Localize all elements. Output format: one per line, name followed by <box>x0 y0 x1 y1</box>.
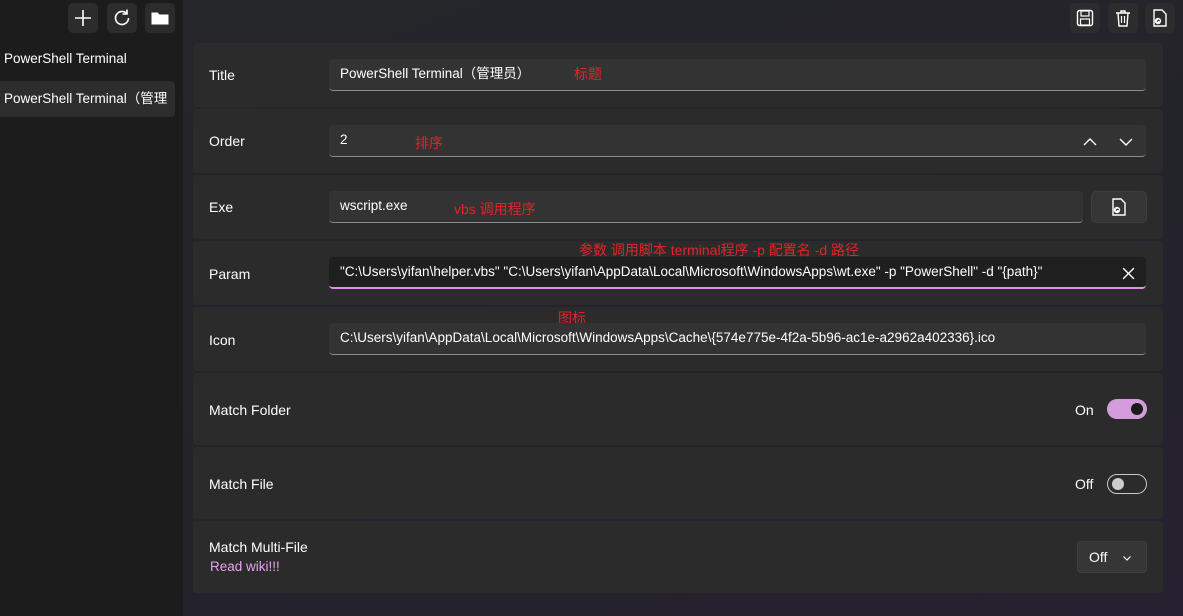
match-file-state: Off <box>1075 476 1094 492</box>
param-input[interactable]: "C:\Users\yifan\helper.vbs" "C:\Users\yi… <box>329 257 1146 289</box>
toggle-knob <box>1131 403 1143 415</box>
delete-button[interactable] <box>1108 3 1138 33</box>
exe-input[interactable]: wscript.exe <box>329 191 1083 223</box>
match-folder-label: Match Folder <box>209 402 291 418</box>
save-button[interactable] <box>1070 3 1100 33</box>
match-folder-card: Match Folder <box>193 373 1163 445</box>
file-open-icon <box>1112 198 1126 216</box>
file-open-icon <box>1153 9 1167 27</box>
sidebar: PowerShell Terminal PowerShell Terminal（… <box>0 0 183 616</box>
title-label: Title <box>209 67 235 83</box>
clear-icon[interactable] <box>1122 267 1135 280</box>
match-file-label: Match File <box>209 476 274 492</box>
match-folder-toggle[interactable] <box>1107 399 1147 419</box>
order-annotation: 排序 <box>415 135 443 151</box>
add-button[interactable] <box>68 3 98 33</box>
title-input[interactable]: PowerShell Terminal（管理员） <box>329 59 1146 91</box>
sidebar-item-powershell[interactable]: PowerShell Terminal <box>0 41 175 77</box>
trash-icon <box>1116 10 1130 27</box>
open-file-button[interactable] <box>1145 3 1175 33</box>
order-label: Order <box>209 133 245 149</box>
chevron-up-icon[interactable] <box>1082 134 1098 150</box>
title-annotation: 标题 <box>574 66 602 82</box>
icon-path-input[interactable]: C:\Users\yifan\AppData\Local\Microsoft\W… <box>329 323 1146 355</box>
sidebar-item-powershell-admin[interactable]: PowerShell Terminal（管理 <box>0 81 175 117</box>
toggle-knob <box>1112 478 1124 490</box>
plus-icon <box>75 10 91 26</box>
match-multi-file-label: Match Multi-File <box>209 539 308 555</box>
refresh-icon <box>114 9 130 26</box>
exe-label: Exe <box>209 199 234 215</box>
folder-icon <box>151 12 169 25</box>
chevron-down-icon <box>1123 556 1131 561</box>
param-label: Param <box>209 266 251 282</box>
chevron-down-icon[interactable] <box>1118 134 1134 150</box>
match-folder-state: On <box>1075 402 1094 418</box>
exe-annotation: vbs 调用程序 <box>454 201 536 217</box>
browse-exe-button[interactable] <box>1091 191 1147 223</box>
dropdown-value: Off <box>1089 549 1108 565</box>
icon-label: Icon <box>209 332 236 348</box>
refresh-button[interactable] <box>107 3 137 33</box>
read-wiki-link[interactable]: Read wiki!!! <box>210 559 280 574</box>
match-multi-file-dropdown[interactable]: Off <box>1077 541 1147 573</box>
sidebar-item-label: PowerShell Terminal <box>4 51 127 66</box>
match-file-card: Match File <box>193 447 1163 519</box>
match-multi-file-card: Match Multi-File Read wiki!!! <box>193 521 1163 593</box>
open-folder-button[interactable] <box>145 3 175 33</box>
order-stepper[interactable]: 2 <box>329 125 1146 157</box>
match-file-toggle[interactable] <box>1107 474 1147 494</box>
save-icon <box>1076 9 1094 27</box>
sidebar-item-label: PowerShell Terminal（管理 <box>4 91 168 106</box>
